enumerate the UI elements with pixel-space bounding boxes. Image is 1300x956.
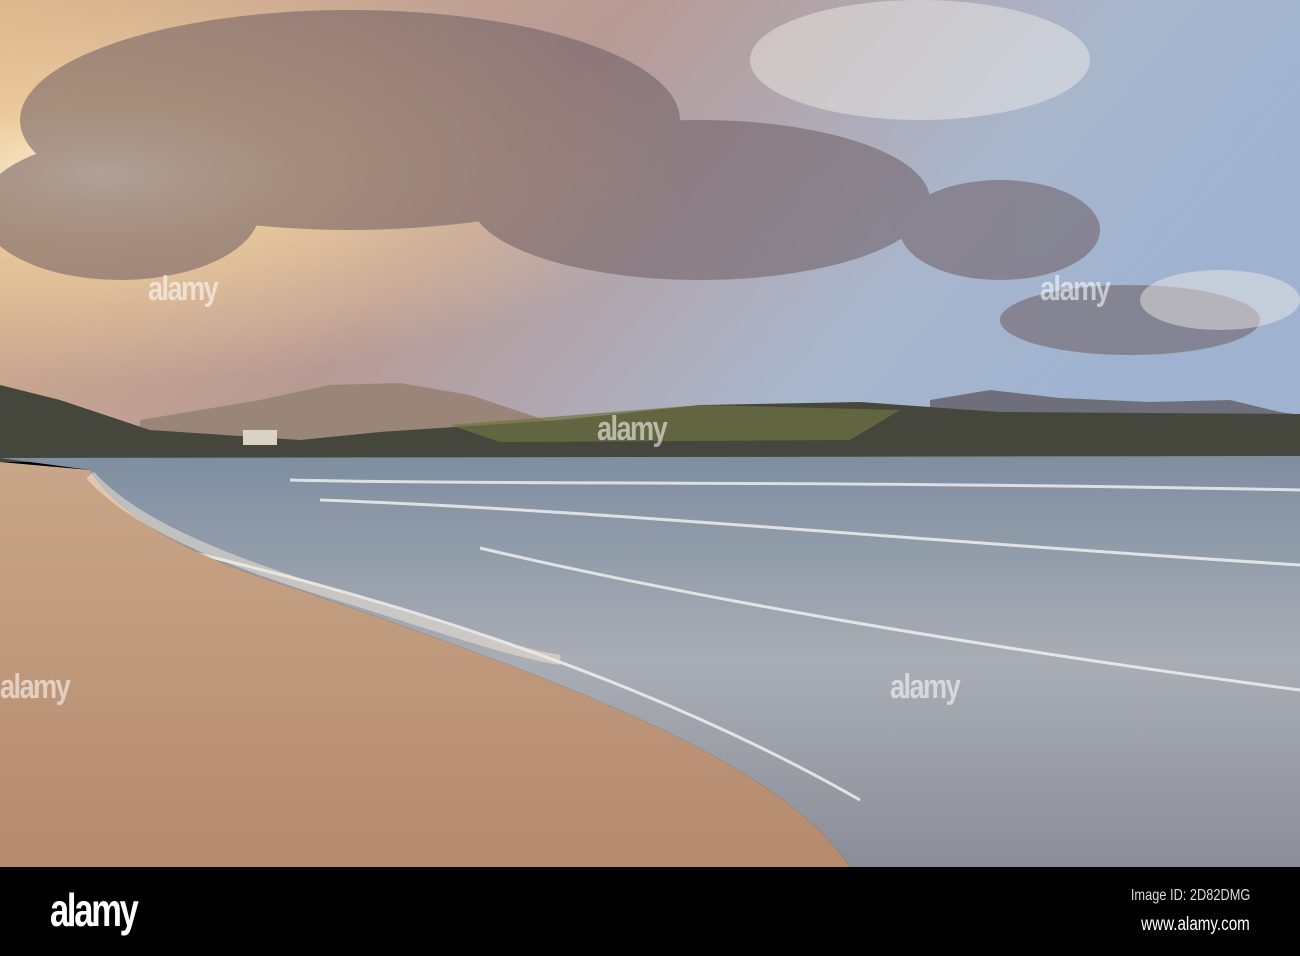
watermark: alamy	[1040, 270, 1111, 308]
watermark: alamy	[890, 668, 961, 706]
alamy-logo: alamy	[50, 884, 139, 936]
watermark: alamy	[148, 270, 219, 308]
image-id: Image ID: 2D82DMG	[1130, 887, 1250, 904]
watermark: alamy	[0, 668, 71, 706]
website-link: www.alamy.com	[1141, 914, 1250, 935]
watermark: alamy	[597, 410, 668, 448]
house	[243, 430, 277, 445]
footer-bar: alamy Image ID: 2D82DMG www.alamy.com	[0, 867, 1300, 956]
